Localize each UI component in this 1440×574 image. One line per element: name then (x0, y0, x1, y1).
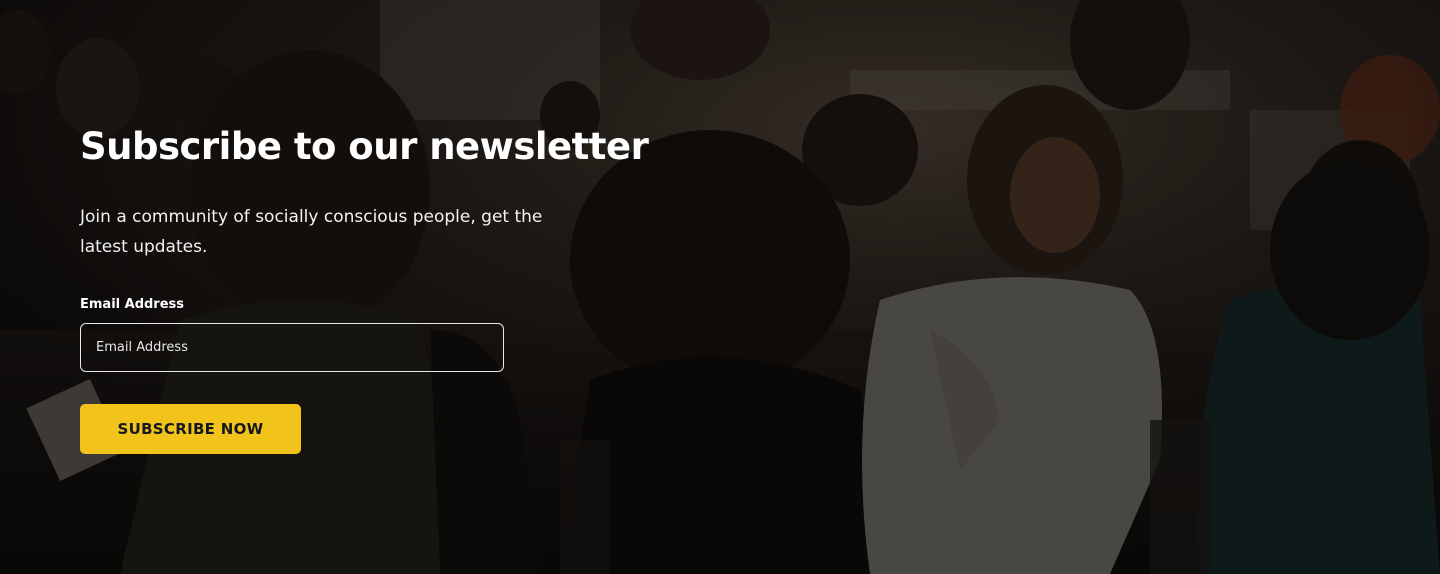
newsletter-description: Join a community of socially conscious p… (80, 207, 543, 257)
newsletter-section: Subscribe to our newsletter Join a commu… (0, 0, 1440, 574)
email-label: Email Address (80, 297, 185, 312)
email-input[interactable] (80, 323, 504, 372)
newsletter-title: Subscribe to our newsletter (80, 125, 649, 168)
subscribe-button[interactable]: SUBSCRIBE NOW (80, 404, 301, 454)
newsletter-form-container: Subscribe to our newsletter Join a commu… (80, 122, 649, 454)
